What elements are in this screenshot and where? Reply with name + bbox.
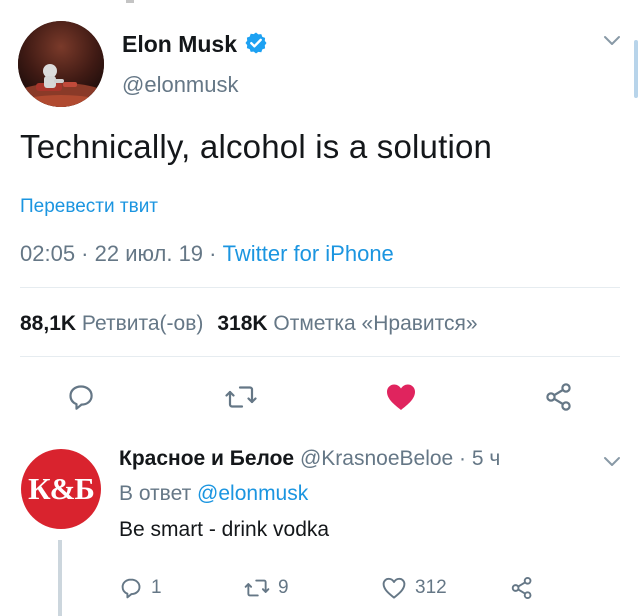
tweet-source-link[interactable]: Twitter for iPhone: [223, 241, 394, 266]
retweets-label: Ретвита(-ов): [81, 312, 204, 335]
tweet-timestamp: 02:05 · 22 июл. 19 · Twitter for iPhone: [20, 241, 394, 267]
likes-label: Отметка «Нравится»: [273, 312, 478, 335]
meta-separator: ·: [203, 241, 223, 266]
author-name[interactable]: Elon Musk: [122, 31, 237, 58]
reply-time: 5 ч: [471, 447, 501, 470]
reply-avatar-logo: К&Б: [28, 471, 95, 506]
reply-header: Красное и Белое @KrasnoeBeloe · 5 ч: [119, 447, 500, 471]
retweet-icon: [225, 386, 257, 408]
reply-to-label: В ответ: [119, 482, 192, 505]
author-handle[interactable]: @elonmusk: [122, 72, 239, 98]
reply-retweet-count: 9: [278, 577, 289, 598]
share-icon: [511, 576, 532, 600]
reply-button[interactable]: [61, 377, 101, 417]
reply-to-mention[interactable]: @elonmusk: [197, 482, 308, 505]
share-button[interactable]: [539, 377, 579, 417]
likes-stat[interactable]: 318K Отметка «Нравится»: [217, 312, 477, 335]
reply-author-avatar[interactable]: К&Б: [21, 449, 101, 529]
divider: [20, 356, 620, 357]
like-button[interactable]: [381, 377, 421, 417]
meta-separator: ·: [75, 241, 95, 266]
reply-separator: ·: [453, 447, 472, 470]
verified-badge-icon: [245, 32, 267, 54]
scrollbar[interactable]: [634, 40, 638, 98]
reply-icon: [121, 578, 141, 599]
tweet-time: 02:05: [20, 241, 76, 266]
reply-like-button[interactable]: 312: [381, 573, 447, 603]
reply-share-button[interactable]: [510, 573, 542, 603]
reply-retweet-button[interactable]: 9: [244, 573, 289, 603]
chevron-down-icon[interactable]: [602, 455, 622, 469]
reply-to-line: В ответ @elonmusk: [119, 482, 308, 506]
tweet-text: Technically, alcohol is a solution: [20, 128, 493, 165]
chevron-down-icon[interactable]: [602, 34, 622, 48]
reply-author-name[interactable]: Красное и Белое: [119, 447, 294, 470]
tweet-date: 22 июл. 19: [94, 241, 204, 266]
tweet-detail-page: Elon Musk @elonmusk Technically, alcohol…: [0, 0, 640, 616]
retweets-stat[interactable]: 88,1K Ретвита(-ов): [20, 312, 203, 335]
retweet-icon: [244, 579, 270, 597]
heart-outline-icon: [382, 577, 406, 599]
reply-count: 1: [151, 577, 162, 598]
top-divider-fragment: [126, 0, 134, 3]
reply-icon: [69, 385, 93, 410]
reply-reply-button[interactable]: 1: [119, 573, 162, 603]
translate-tweet-link[interactable]: Перевести твит: [20, 196, 158, 218]
retweet-button[interactable]: [221, 377, 261, 417]
author-avatar[interactable]: [18, 21, 104, 107]
tweet-stats: 88,1K Ретвита(-ов) 318K Отметка «Нравится…: [20, 312, 478, 336]
avatar-photo: [18, 21, 104, 107]
thread-line: [58, 540, 62, 616]
reply-author-handle[interactable]: @KrasnoeBeloe: [300, 447, 453, 470]
reply-text: Be smart - drink vodka: [119, 518, 330, 541]
divider: [20, 287, 620, 288]
retweets-count: 88,1K: [20, 312, 77, 335]
share-icon: [546, 383, 571, 411]
heart-filled-icon: [387, 384, 415, 410]
reply-like-count: 312: [415, 577, 447, 598]
likes-count: 318K: [217, 312, 268, 335]
